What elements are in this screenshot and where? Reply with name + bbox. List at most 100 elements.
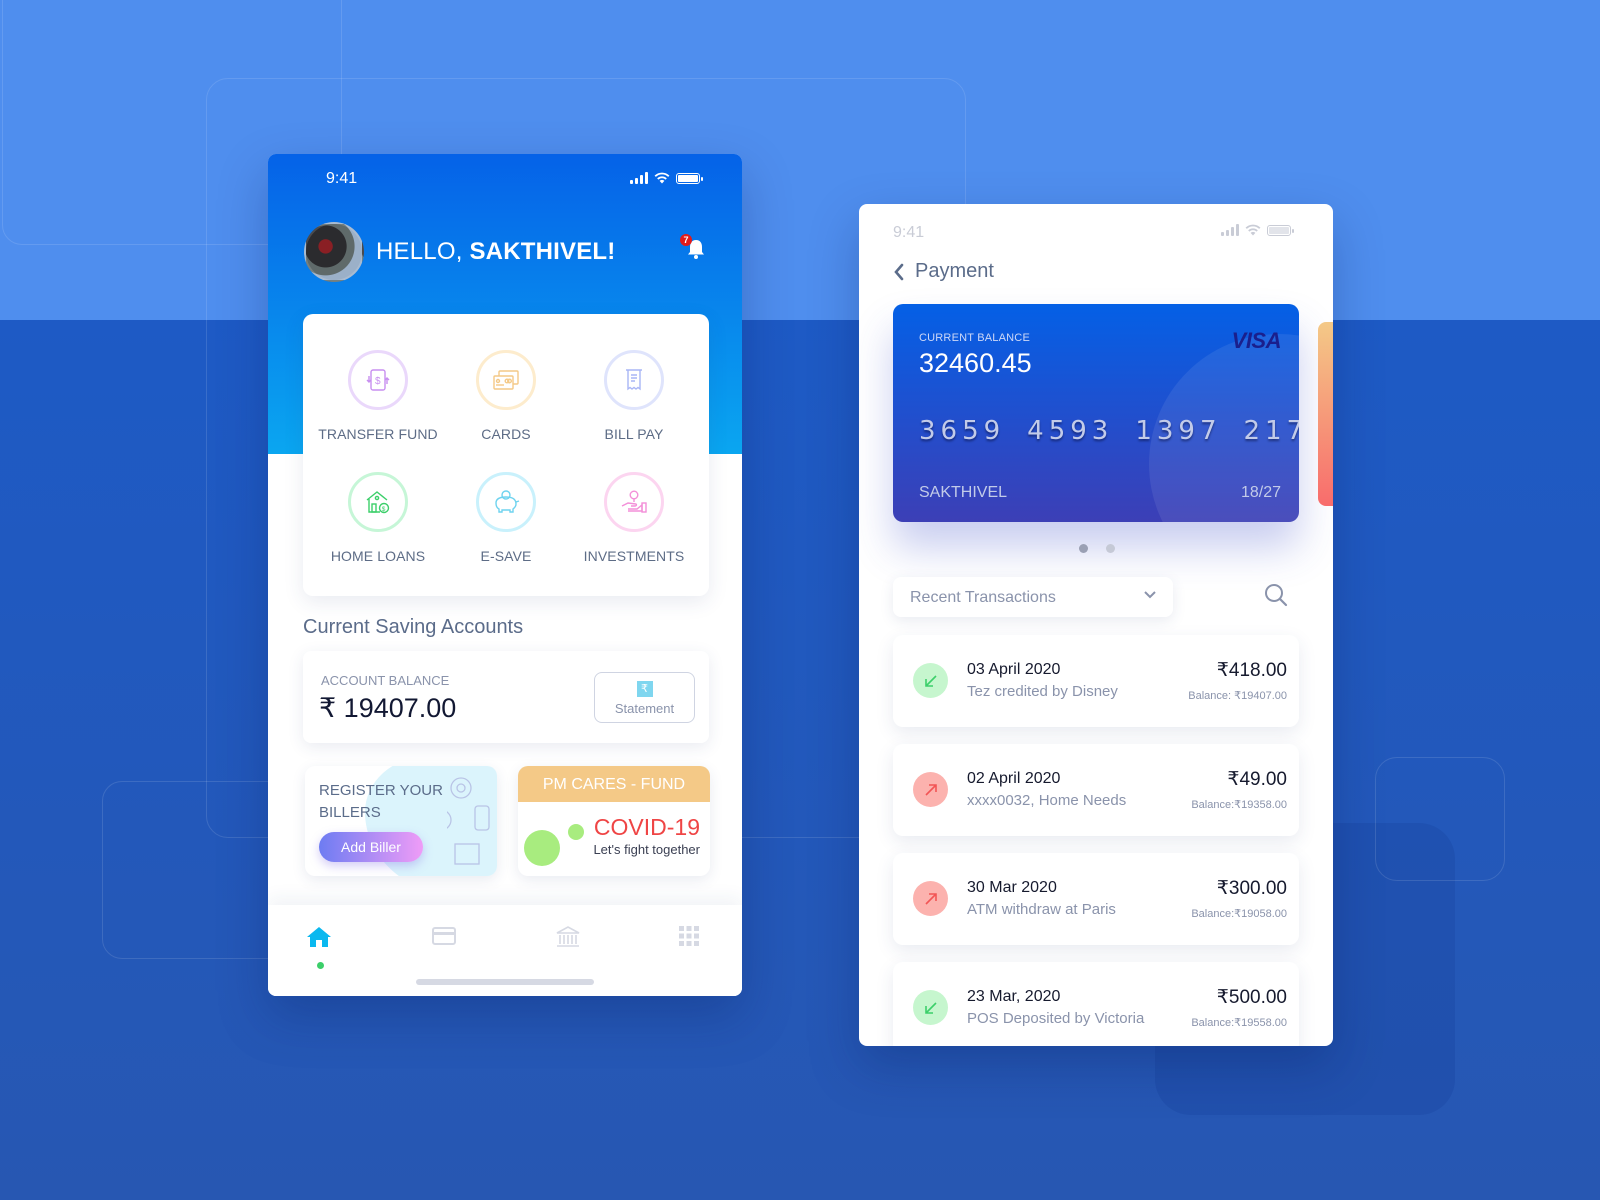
transaction-balance: Balance:₹19058.00 bbox=[1191, 908, 1287, 920]
home-screen: 9:41 HELLO, SAKTHIVEL! 7 $ TRANSFER FUND… bbox=[268, 154, 742, 996]
signal-icon bbox=[630, 172, 648, 184]
visa-logo: VISA bbox=[1231, 328, 1282, 353]
wifi-icon bbox=[654, 172, 670, 184]
status-bar: 9:41 bbox=[268, 168, 742, 188]
section-title: Current Saving Accounts bbox=[303, 616, 524, 638]
current-balance-value: 32460.45 bbox=[919, 348, 1032, 378]
virus-icon bbox=[524, 830, 560, 866]
battery-icon bbox=[676, 172, 703, 184]
debit-arrow-icon bbox=[913, 772, 948, 807]
covid-subtitle: Let's fight together bbox=[593, 842, 700, 857]
card-number-group: 2171 bbox=[1243, 416, 1299, 446]
action-label: CARDS bbox=[481, 426, 531, 442]
add-biller-button[interactable]: Add Biller bbox=[319, 832, 423, 862]
action-label: E-SAVE bbox=[480, 548, 532, 564]
card-number: 3659 4593 1397 2171 bbox=[919, 416, 1299, 446]
status-time: 9:41 bbox=[893, 224, 925, 241]
avatar[interactable] bbox=[304, 222, 364, 282]
transaction-row[interactable]: 03 April 2020 Tez credited by Disney ₹41… bbox=[893, 635, 1299, 727]
transaction-description: POS Deposited by Victoria bbox=[967, 1010, 1145, 1027]
next-card-peek[interactable] bbox=[1318, 322, 1333, 506]
credit-card-icon bbox=[432, 927, 456, 945]
chevron-left-icon bbox=[894, 263, 904, 280]
status-time: 9:41 bbox=[326, 170, 358, 187]
transaction-filter-dropdown[interactable]: Recent Transactions bbox=[893, 577, 1173, 617]
carousel-dots bbox=[1079, 544, 1115, 553]
investment-icon bbox=[604, 472, 664, 532]
action-label: TRANSFER FUND bbox=[318, 426, 438, 442]
carousel-dot[interactable] bbox=[1106, 544, 1115, 553]
greeting-text: HELLO, SAKTHIVEL! bbox=[376, 238, 615, 266]
nav-cards[interactable] bbox=[431, 925, 459, 949]
page-title: Payment bbox=[915, 260, 994, 282]
transaction-balance: Balance:₹19358.00 bbox=[1191, 799, 1287, 811]
nav-more[interactable] bbox=[678, 925, 706, 949]
svg-text:$: $ bbox=[375, 376, 381, 387]
card-holder: SAKTHIVEL bbox=[919, 484, 1008, 501]
action-bill-pay[interactable]: BILL PAY bbox=[569, 350, 699, 442]
action-cards[interactable]: CARDS bbox=[441, 350, 571, 442]
card-number-group: 4593 bbox=[1027, 416, 1114, 446]
transaction-balance: Balance:₹19558.00 bbox=[1191, 1017, 1287, 1029]
statement-button[interactable]: ₹ Statement bbox=[594, 672, 695, 723]
action-home-loans[interactable]: $ HOME LOANS bbox=[313, 472, 443, 564]
transaction-row[interactable]: 30 Mar 2020 ATM withdraw at Paris ₹300.0… bbox=[893, 853, 1299, 945]
greeting: HELLO, SAKTHIVEL! bbox=[304, 222, 615, 282]
svg-text:$: $ bbox=[382, 506, 386, 513]
pm-cares-header: PM CARES - FUND bbox=[518, 766, 710, 802]
wifi-icon bbox=[1245, 224, 1261, 236]
account-balance-label: ACCOUNT BALANCE bbox=[321, 673, 450, 688]
action-investments[interactable]: INVESTMENTS bbox=[569, 472, 699, 564]
bank-icon bbox=[556, 926, 580, 947]
action-label: INVESTMENTS bbox=[583, 548, 685, 564]
card-expiry: 18/27 bbox=[1240, 484, 1281, 501]
notification-badge: 7 bbox=[680, 234, 692, 246]
debit-arrow-icon bbox=[913, 881, 948, 916]
user-name: SAKTHIVEL! bbox=[469, 238, 616, 265]
transaction-amount: ₹500.00 bbox=[1216, 987, 1287, 1008]
search-button[interactable] bbox=[1263, 582, 1289, 613]
carousel-dot[interactable] bbox=[1079, 544, 1088, 553]
action-transfer-fund[interactable]: $ TRANSFER FUND bbox=[313, 350, 443, 442]
transaction-date: 03 April 2020 bbox=[967, 661, 1061, 678]
statement-label: Statement bbox=[614, 701, 675, 716]
battery-icon bbox=[1267, 224, 1294, 236]
home-indicator[interactable] bbox=[416, 979, 594, 985]
pm-cares-card[interactable]: PM CARES - FUND COVID-19 Let's fight tog… bbox=[518, 766, 710, 876]
dropdown-value: Recent Transactions bbox=[910, 589, 1056, 606]
card-number-group: 1397 bbox=[1135, 416, 1222, 446]
cards-icon bbox=[476, 350, 536, 410]
transaction-amount: ₹49.00 bbox=[1227, 769, 1287, 790]
chevron-down-icon bbox=[1144, 591, 1156, 599]
transaction-description: Tez credited by Disney bbox=[967, 683, 1118, 700]
piggy-bank-icon bbox=[476, 472, 536, 532]
quick-actions-card: $ TRANSFER FUND CARDS BILL PAY $ HOME LO… bbox=[303, 314, 709, 596]
transaction-date: 02 April 2020 bbox=[967, 770, 1061, 787]
transaction-description: xxxx0032, Home Needs bbox=[967, 792, 1127, 809]
account-balance-card[interactable]: ACCOUNT BALANCE ₹ 19407.00 ₹ Statement bbox=[303, 651, 709, 743]
nav-bank[interactable] bbox=[555, 925, 583, 949]
transaction-row[interactable]: 23 Mar, 2020 POS Deposited by Victoria ₹… bbox=[893, 962, 1299, 1046]
bottom-nav bbox=[268, 905, 742, 996]
transaction-date: 23 Mar, 2020 bbox=[967, 988, 1061, 1005]
grid-icon bbox=[679, 926, 699, 946]
action-label: BILL PAY bbox=[604, 426, 664, 442]
register-billers-card: REGISTER YOUR BILLERS Add Biller bbox=[305, 766, 497, 876]
nav-home[interactable] bbox=[306, 925, 334, 949]
transfer-fund-icon: $ bbox=[348, 350, 408, 410]
bill-pay-icon bbox=[604, 350, 664, 410]
credit-card[interactable]: CURRENT BALANCE 32460.45 VISA 3659 4593 … bbox=[893, 304, 1299, 522]
transaction-row[interactable]: 02 April 2020 xxxx0032, Home Needs ₹49.0… bbox=[893, 744, 1299, 836]
transaction-amount: ₹418.00 bbox=[1216, 660, 1287, 681]
current-balance-label: CURRENT BALANCE bbox=[919, 332, 1030, 344]
home-icon bbox=[307, 927, 331, 947]
back-button[interactable]: Payment bbox=[893, 260, 994, 283]
search-icon bbox=[1265, 584, 1288, 607]
transaction-description: ATM withdraw at Paris bbox=[967, 901, 1116, 918]
notification-button[interactable]: 7 bbox=[680, 234, 706, 260]
action-e-save[interactable]: E-SAVE bbox=[441, 472, 571, 564]
transaction-date: 30 Mar 2020 bbox=[967, 879, 1057, 896]
rupee-icon: ₹ bbox=[636, 681, 653, 697]
payment-screen: 9:41 Payment CURRENT BALANCE 32460.45 VI… bbox=[859, 204, 1333, 1046]
credit-arrow-icon bbox=[913, 663, 948, 698]
